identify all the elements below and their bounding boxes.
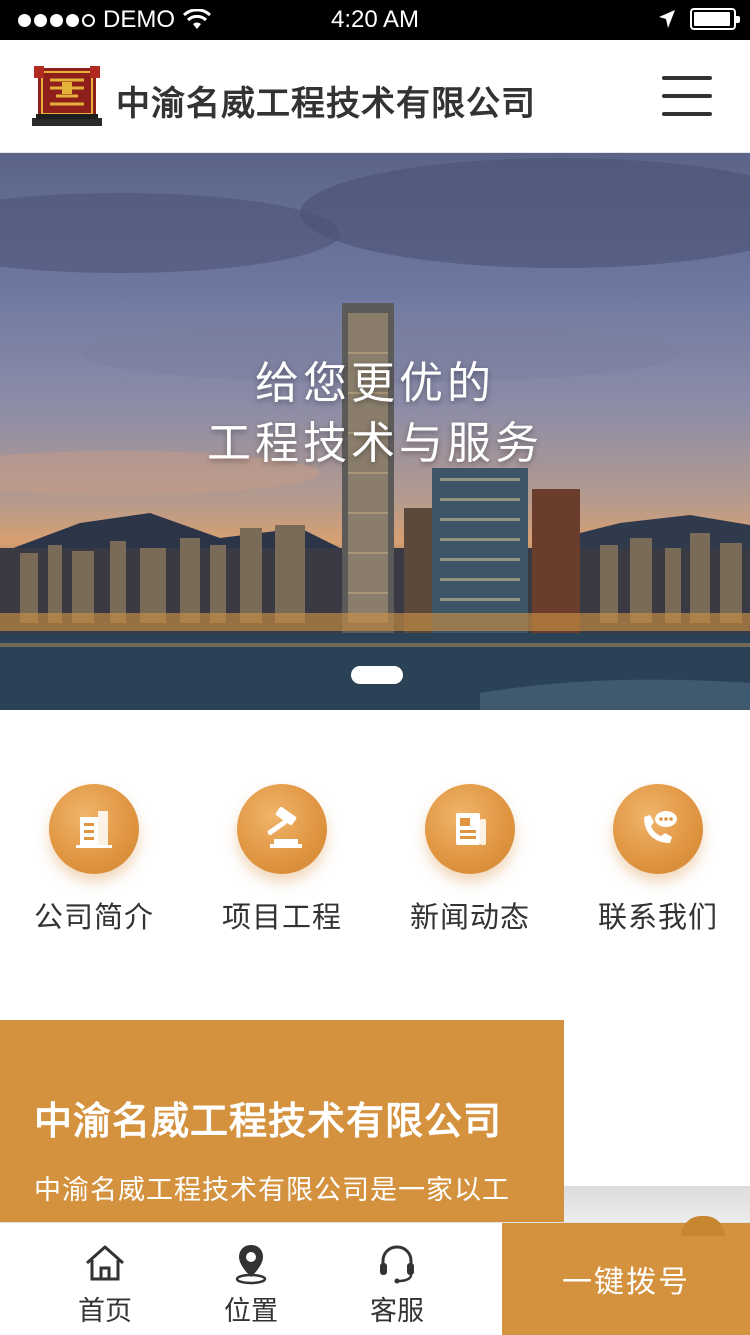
location-pin-icon [235,1245,267,1285]
tab-label: 客服 [370,1296,424,1327]
tab-label: 首页 [78,1296,132,1327]
home-icon [86,1245,124,1281]
bottom-nav-bar: 首页 位置 客服 一键拨号 [0,1222,750,1335]
tab-customer-service[interactable]: 客服 [324,1223,470,1335]
banner-headline-line2: 工程技术与服务 [207,418,543,469]
status-right [658,8,740,30]
phone-chat-icon [613,784,703,874]
one-click-call-button[interactable]: 一键拨号 [502,1223,750,1335]
site-header: 中渝名威工程技术有限公司 [0,40,750,153]
quick-nav-label: 公司简介 [33,900,154,934]
tab-home[interactable]: 首页 [32,1223,178,1335]
gavel-icon [237,784,327,874]
quick-nav: 公司简介 项目工程 新闻动态 联系我们 [0,780,750,950]
company-logo[interactable] [32,66,102,128]
quick-nav-company-intro[interactable]: 公司简介 [0,780,188,936]
quick-nav-contact[interactable]: 联系我们 [564,780,750,936]
status-time: 4:20 AM [330,6,420,33]
status-bar: DEMO 4:20 AM [0,0,750,40]
building-icon [49,784,139,874]
hamburger-menu-icon[interactable] [662,74,712,118]
location-arrow-icon [659,10,675,28]
hero-banner[interactable]: 给您更优的 工程技术与服务 [0,153,750,710]
quick-nav-label: 项目工程 [221,900,342,934]
quick-nav-label: 新闻动态 [409,900,530,934]
tab-label: 位置 [224,1296,278,1327]
battery-icon [690,8,740,30]
about-title: 中渝名威工程技术有限公司 [34,1099,503,1143]
banner-headline-line1: 给您更优的 [255,358,495,409]
about-image-strip [564,1186,750,1226]
about-section[interactable]: 中渝名威工程技术有限公司 中渝名威工程技术有限公司是一家以工 [0,1020,564,1230]
call-button-label: 一键拨号 [562,1265,690,1300]
site-title: 中渝名威工程技术有限公司 [116,84,536,124]
news-document-icon [425,784,515,874]
headset-icon [380,1245,414,1284]
slider-pagination-dot[interactable] [351,666,403,684]
quick-nav-projects[interactable]: 项目工程 [188,780,376,936]
quick-nav-news[interactable]: 新闻动态 [376,780,564,936]
tab-location[interactable]: 位置 [178,1223,324,1335]
about-intro-text: 中渝名威工程技术有限公司是一家以工 [34,1175,510,1206]
quick-nav-label: 联系我们 [597,900,718,934]
